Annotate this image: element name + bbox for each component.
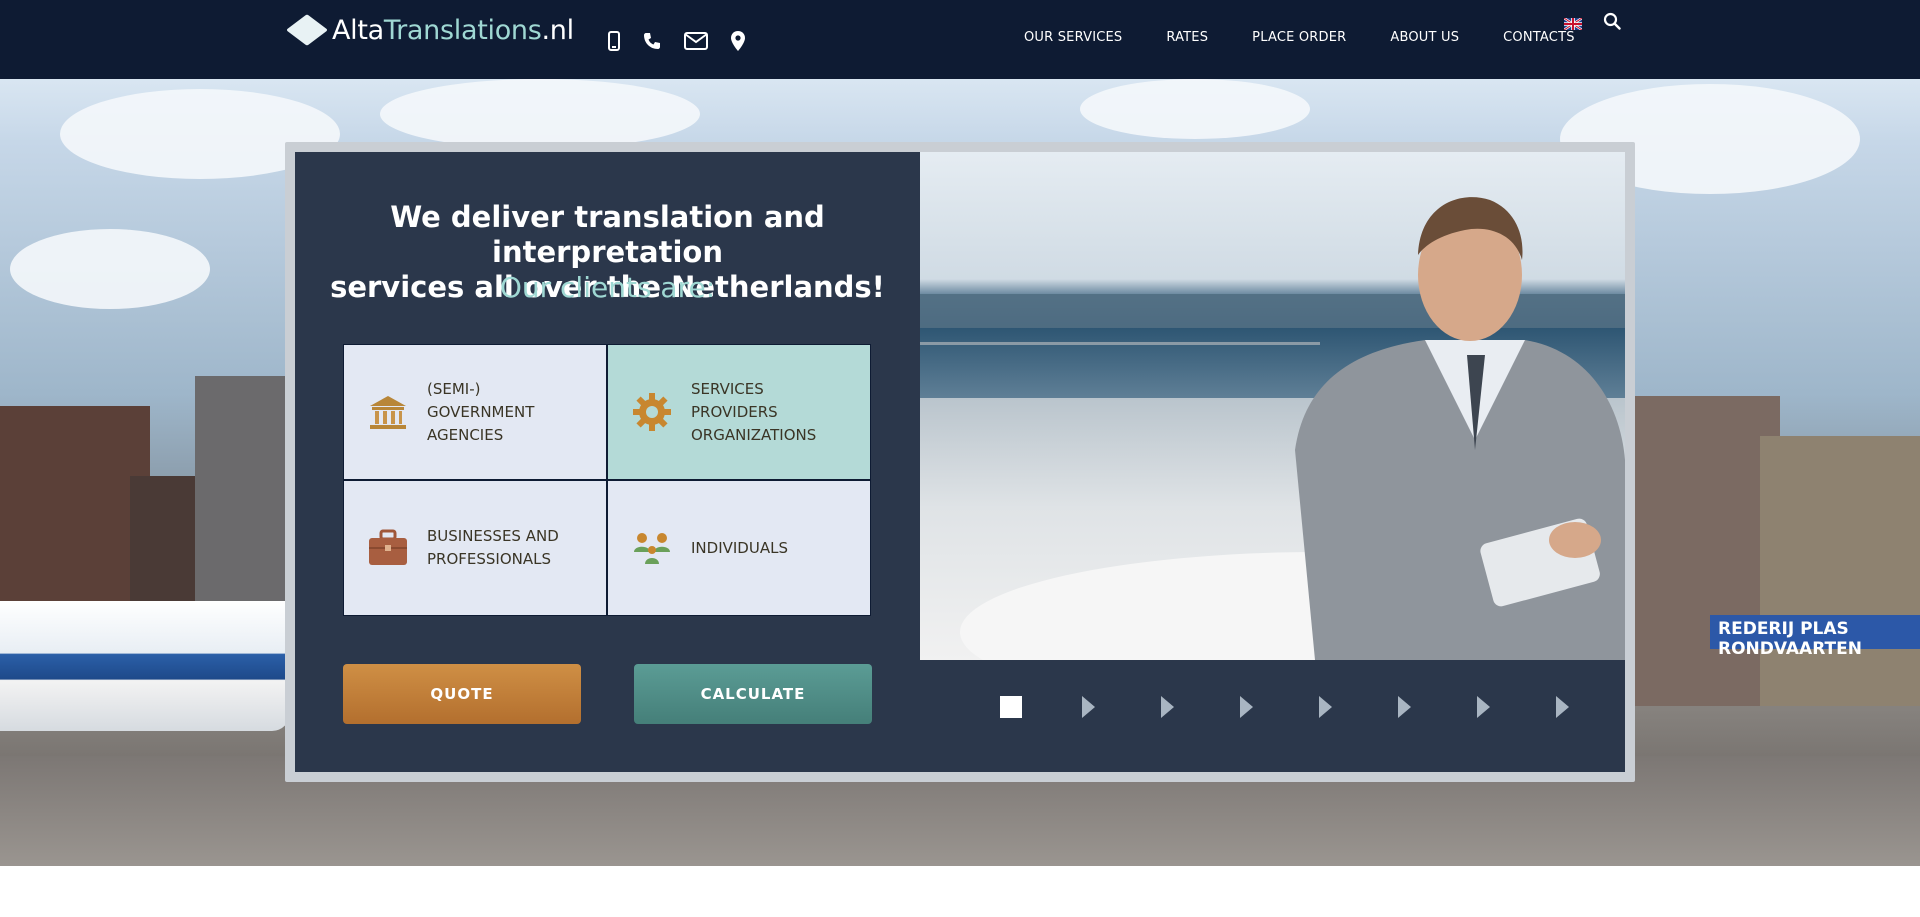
client-label: BUSINESSES AND PROFESSIONALS — [427, 527, 559, 568]
cloud — [380, 79, 700, 149]
nav-our-services[interactable]: OUR SERVICES — [1024, 30, 1122, 45]
slider-pagination — [1000, 696, 1635, 718]
slider-dot-arrow-icon[interactable] — [1556, 696, 1569, 718]
background-sign: REDERIJ PLAS RONDVAARTEN — [1710, 615, 1920, 659]
client-label: (SEMI-) GOVERNMENT AGENCIES — [427, 379, 535, 444]
nav-contacts[interactable]: CONTACTS — [1503, 30, 1575, 45]
page-below-hero — [0, 866, 1920, 917]
building — [1760, 436, 1920, 706]
slider-dot-arrow-icon[interactable] — [1319, 696, 1332, 718]
logo[interactable]: AltaTranslations.nl — [286, 10, 574, 50]
slider-dot-arrow-icon[interactable] — [1477, 696, 1490, 718]
briefcase-icon — [366, 526, 410, 570]
gear-icon — [630, 390, 674, 434]
logo-mark-icon — [286, 14, 328, 46]
people-icon — [630, 526, 674, 570]
client-label: SERVICES PROVIDERS ORGANIZATIONS — [691, 379, 817, 444]
photo-rail — [920, 342, 1320, 345]
client-individuals[interactable]: INDIVIDUALS — [607, 480, 871, 616]
uk-flag-icon[interactable] — [1563, 15, 1583, 31]
nav-about-us[interactable]: ABOUT US — [1390, 30, 1459, 45]
main-nav: OUR SERVICES RATES PLACE ORDER ABOUT US … — [1024, 30, 1619, 45]
canal-boat — [0, 601, 290, 731]
cloud — [1080, 79, 1310, 139]
client-government[interactable]: (SEMI-) GOVERNMENT AGENCIES — [343, 344, 607, 480]
phone-icon[interactable] — [642, 31, 662, 51]
businessman-illustration — [1295, 197, 1625, 660]
slider-dot-arrow-icon[interactable] — [1240, 696, 1253, 718]
government-building-icon — [366, 390, 410, 434]
client-service-providers[interactable]: SERVICES PROVIDERS ORGANIZATIONS — [607, 344, 871, 480]
email-icon[interactable] — [684, 32, 708, 50]
hero-slider: We deliver translation and interpretatio… — [285, 142, 1635, 782]
slide-photo — [920, 152, 1625, 660]
slider-dot-arrow-icon[interactable] — [1161, 696, 1174, 718]
nav-place-order[interactable]: PLACE ORDER — [1252, 30, 1346, 45]
site-header: AltaTranslations.nl OUR SERVICES RATES P… — [0, 0, 1920, 79]
client-label: INDIVIDUALS — [691, 538, 788, 557]
nav-rates[interactable]: RATES — [1166, 30, 1208, 45]
location-icon[interactable] — [730, 30, 746, 52]
headline-line-1: We deliver translation and interpretatio… — [390, 200, 825, 269]
calculate-button[interactable]: CALCULATE — [634, 664, 872, 724]
contact-icons — [608, 30, 746, 52]
search-icon[interactable] — [1603, 12, 1621, 34]
slider-dot-active[interactable] — [1000, 696, 1022, 718]
logo-text: AltaTranslations.nl — [332, 14, 574, 46]
cloud — [10, 229, 210, 309]
hero-subline: Our clients are: — [499, 271, 716, 304]
client-businesses[interactable]: BUSINESSES AND PROFESSIONALS — [343, 480, 607, 616]
slider-dot-arrow-icon[interactable] — [1082, 696, 1095, 718]
slide-panel: We deliver translation and interpretatio… — [295, 152, 1625, 772]
quote-button[interactable]: QUOTE — [343, 664, 581, 724]
mobile-icon[interactable] — [608, 31, 620, 51]
client-types-grid: (SEMI-) GOVERNMENT AGENCIES SERVICES PRO… — [343, 344, 871, 616]
building — [1630, 396, 1780, 706]
slider-dot-arrow-icon[interactable] — [1398, 696, 1411, 718]
